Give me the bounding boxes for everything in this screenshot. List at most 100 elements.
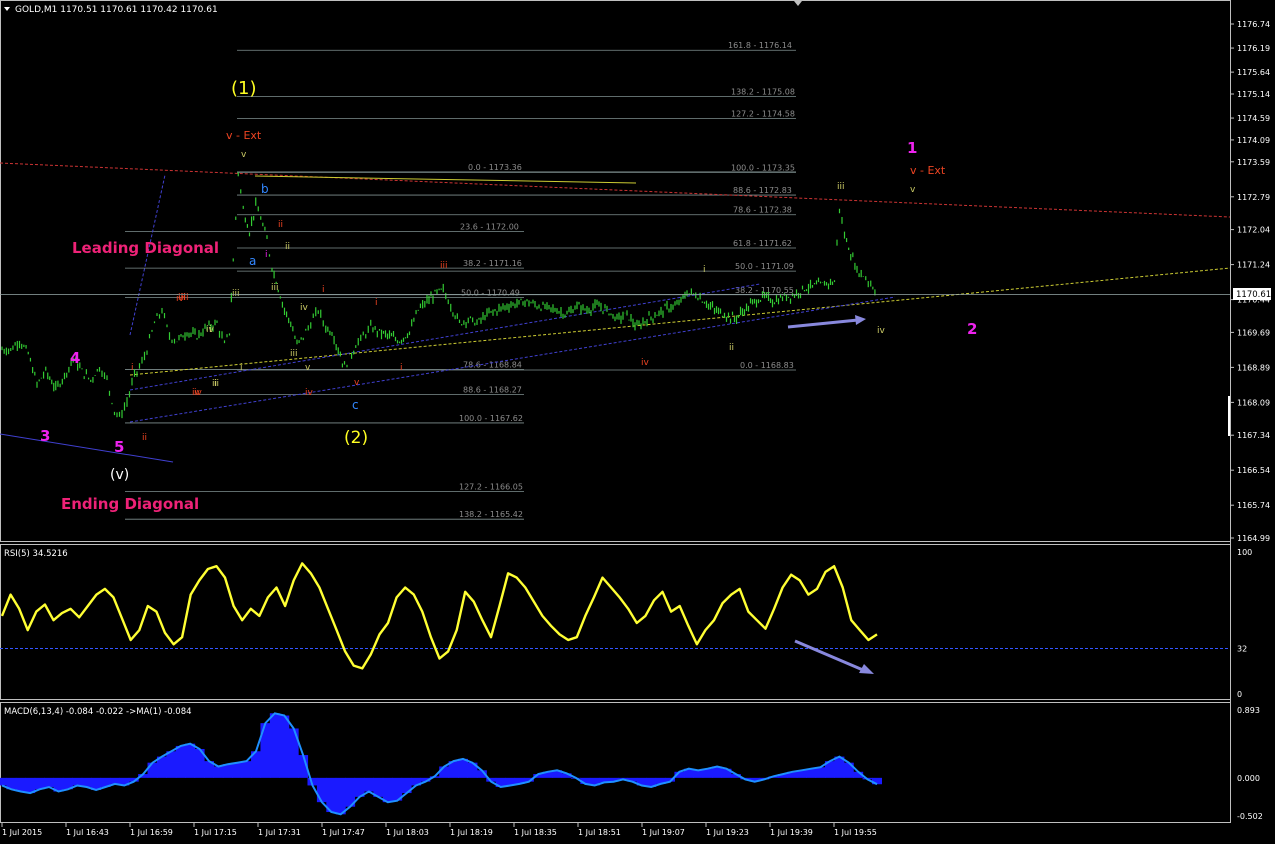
wave-label-44: iv <box>877 326 886 336</box>
fib-label-17: 127.2 - 1166.05 <box>459 483 523 492</box>
price-tick-label-5: 1174.09 <box>1237 136 1270 145</box>
fib-label-11: 50.0 - 1170.49 <box>461 288 520 297</box>
macd-bar-20 <box>185 743 196 778</box>
wave-label-25: i <box>131 363 134 373</box>
wave-label-22: v <box>354 378 360 388</box>
price-tick-label-1: 1176.19 <box>1237 44 1270 53</box>
macd-bar-2 <box>15 777 26 792</box>
macd-series: 0.893 0.000 -0.502 <box>0 706 1263 821</box>
fib-label-1: 138.2 - 1175.08 <box>731 88 795 97</box>
price-tick-label-0: 1176.74 <box>1237 20 1270 29</box>
macd-bar-8 <box>72 777 83 786</box>
macd-bar-39 <box>363 777 374 792</box>
price-tick-label-8: 1172.04 <box>1237 226 1270 235</box>
wave-label-35: c <box>352 398 359 412</box>
fib-label-9: 38.2 - 1171.16 <box>463 259 522 268</box>
macd-bar-16 <box>147 762 158 778</box>
symbol-dropdown-icon[interactable] <box>4 7 10 11</box>
chart-svg[interactable]: 161.8 - 1176.14 138.2 - 1175.08 127.2 - 11… <box>0 0 1275 844</box>
wave-label-2: v <box>241 150 247 160</box>
macd-bar-30 <box>279 715 290 778</box>
wave-label-36: (2) <box>344 428 368 448</box>
wave-label-6: a <box>249 254 256 268</box>
time-label-1: 1 Jul 16:43 <box>66 828 109 837</box>
wave-label-7: i <box>265 250 268 260</box>
current-price-label: 1170.61 <box>1236 290 1271 300</box>
fib-label-10: 50.0 - 1171.09 <box>735 262 794 271</box>
yellow-top-line <box>254 175 637 184</box>
rsi-arrow-head <box>859 664 874 674</box>
macd-bar-49 <box>458 758 469 778</box>
time-label-6: 1 Jul 18:03 <box>386 828 429 837</box>
macd-bar-74 <box>693 770 704 778</box>
time-label-5: 1 Jul 17:47 <box>322 828 365 837</box>
wave-label-38: iv <box>641 358 650 368</box>
wave-label-4: ii <box>278 220 283 230</box>
rsi-line <box>0 562 878 670</box>
macd-bar-5 <box>44 777 55 787</box>
wave-label-42: v <box>910 185 916 195</box>
price-axis: 1176.74 1176.19 1175.64 1175.14 1174.59 1174.… <box>1228 20 1270 543</box>
macd-bar-26 <box>241 761 252 778</box>
time-axis: 1 Jul 2015 1 Jul 16:43 1 Jul 16:59 1 Jul 17… <box>1 823 877 837</box>
fib-label-6: 78.6 - 1172.38 <box>733 206 792 215</box>
fib-label-0: 161.8 - 1176.14 <box>728 41 792 50</box>
wave-label-34: Ending Diagonal <box>61 495 199 513</box>
rsi-tick-label-0: 100 <box>1237 548 1252 557</box>
fib-label-4: 100.0 - 1173.35 <box>731 163 795 172</box>
macd-signal-line <box>1 712 878 816</box>
wave-label-41: v - Ext <box>910 164 946 177</box>
wave-label-32: 5 <box>114 438 124 456</box>
price-tick-label-7: 1172.79 <box>1237 193 1270 202</box>
wave-label-0: (1) <box>231 78 257 99</box>
macd-bar-87 <box>815 767 826 778</box>
wave-label-30: ii <box>214 379 219 389</box>
wave-label-45: 2 <box>967 320 977 338</box>
blue-ending-line <box>0 433 174 463</box>
fib-label-14: 0.0 - 1168.83 <box>740 361 794 370</box>
fib-label-2: 127.2 - 1174.58 <box>731 109 795 118</box>
price-tick-label-14: 1167.34 <box>1237 431 1270 440</box>
wave-label-13: i <box>240 363 243 373</box>
wave-label-23: iv <box>305 388 314 398</box>
time-label-13: 1 Jul 19:55 <box>834 828 877 837</box>
blue-lower-line <box>129 296 896 423</box>
time-label-12: 1 Jul 19:39 <box>770 828 813 837</box>
fib-label-16: 100.0 - 1167.62 <box>459 414 523 423</box>
wave-label-9: iii <box>232 289 240 299</box>
macd-tick-label-2: -0.502 <box>1237 812 1263 821</box>
wave-label-37: ii <box>729 343 734 353</box>
time-label-7: 1 Jul 18:19 <box>450 828 493 837</box>
rsi-tick-label-1: 32 <box>1237 645 1247 654</box>
fibonacci-levels: 161.8 - 1176.14 138.2 - 1175.08 127.2 - 11… <box>125 41 796 520</box>
chart-shift-icon[interactable] <box>794 1 802 6</box>
price-tick-label-16: 1165.74 <box>1237 501 1270 510</box>
time-label-10: 1 Jul 19:07 <box>642 828 685 837</box>
price-arrow-head <box>855 315 866 325</box>
price-tick-label-3: 1175.14 <box>1237 90 1270 99</box>
macd-bar-36 <box>335 777 346 815</box>
wave-label-19: i <box>375 298 378 308</box>
price-tick-label-12: 1168.89 <box>1237 363 1270 372</box>
fib-label-5: 88.6 - 1172.83 <box>733 186 792 195</box>
rsi-title: RSI(5) 34.5216 <box>4 549 68 559</box>
macd-bar-23 <box>213 766 224 778</box>
time-label-2: 1 Jul 16:59 <box>130 828 173 837</box>
price-tick-label-4: 1174.59 <box>1237 114 1270 123</box>
macd-bar-18 <box>166 751 177 778</box>
price-tick-label-2: 1175.64 <box>1237 68 1270 77</box>
wave-label-5: Leading Diagonal <box>72 239 219 257</box>
red-channel-line <box>0 162 1231 218</box>
macd-bar-19 <box>175 745 186 778</box>
wave-label-26: ii <box>142 433 147 443</box>
wave-label-16: iii <box>290 349 298 359</box>
wave-label-3: b <box>261 182 269 196</box>
price-tick-label-11: 1169.69 <box>1237 328 1270 337</box>
macd-bar-47 <box>439 766 450 778</box>
wave-label-17: iv <box>300 303 309 313</box>
fib-label-7: 23.6 - 1172.00 <box>460 222 519 231</box>
rsi-tick-label-2: 0 <box>1237 690 1242 699</box>
price-divergence-arrow <box>787 318 859 329</box>
rsi-series: 100 32 0 <box>0 548 1252 699</box>
wave-label-20: v <box>305 363 311 373</box>
